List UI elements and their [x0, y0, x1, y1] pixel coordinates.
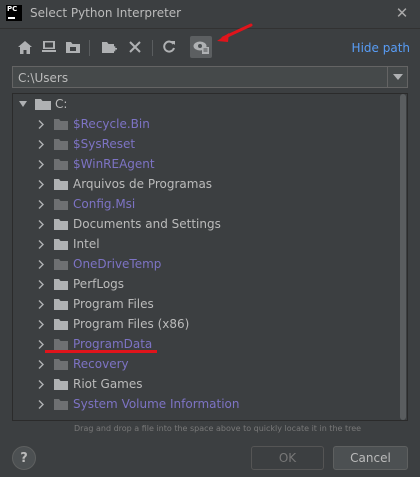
folder-icon	[54, 178, 68, 190]
tree-item[interactable]: OneDriveTemp	[13, 254, 393, 274]
expand-arrow-icon[interactable]	[36, 174, 46, 194]
path-input[interactable]	[13, 67, 385, 87]
show-hidden-files-icon[interactable]	[190, 36, 212, 58]
tree-item-label: Config.Msi	[73, 197, 136, 211]
folder-icon	[54, 158, 68, 170]
project-folder-icon[interactable]	[62, 36, 84, 58]
pycharm-logo-icon: PC	[6, 5, 22, 21]
folder-icon	[54, 338, 68, 350]
cancel-button[interactable]: Cancel	[333, 446, 408, 470]
expand-arrow-icon[interactable]	[36, 154, 46, 174]
folder-icon	[54, 278, 68, 290]
title-bar: PC Select Python Interpreter ✕	[0, 0, 420, 29]
tree-item-label: Arquivos de Programas	[73, 177, 213, 191]
tree-item[interactable]: Recovery	[13, 354, 393, 374]
path-dropdown-button[interactable]	[387, 67, 407, 87]
expand-arrow-icon[interactable]	[36, 374, 46, 394]
expand-arrow-icon[interactable]	[36, 254, 46, 274]
vertical-scrollbar[interactable]	[399, 94, 407, 420]
expand-arrow-icon[interactable]	[36, 394, 46, 414]
toolbar-separator	[152, 40, 153, 56]
tree-item[interactable]: $Recycle.Bin	[13, 114, 393, 134]
tree-item[interactable]: PerfLogs	[13, 274, 393, 294]
tree-root[interactable]: C:	[13, 94, 393, 114]
expand-arrow-icon[interactable]	[36, 354, 46, 374]
tree-item-label: Riot Games	[73, 377, 143, 391]
desktop-icon[interactable]	[38, 36, 60, 58]
tree-item-label: $WinREAgent	[73, 157, 155, 171]
tree-item-label: C:	[55, 97, 68, 111]
toolbar-separator	[89, 40, 90, 56]
tree-item[interactable]: Riot Games	[13, 374, 393, 394]
folder-icon	[54, 398, 68, 410]
folder-icon	[54, 138, 68, 150]
tree-item-label: System Volume Information	[73, 397, 240, 411]
expand-arrow-icon[interactable]	[36, 194, 46, 214]
delete-icon[interactable]	[124, 36, 146, 58]
expand-arrow-icon[interactable]	[36, 134, 46, 154]
folder-icon	[54, 218, 68, 230]
window-title: Select Python Interpreter	[30, 6, 182, 20]
tree-item[interactable]: Arquivos de Programas	[13, 174, 393, 194]
tree-item-label: $SysReset	[73, 137, 136, 151]
path-combobox[interactable]	[12, 66, 408, 88]
tree-item[interactable]: Program Files	[13, 294, 393, 314]
tree-item[interactable]: System Volume Information	[13, 394, 393, 414]
ok-button[interactable]: OK	[251, 446, 324, 470]
expand-arrow-icon[interactable]	[36, 294, 46, 314]
tree-item[interactable]: Documents and Settings	[13, 214, 393, 234]
collapse-arrow-icon[interactable]	[18, 94, 28, 114]
tree-item-label: OneDriveTemp	[73, 257, 162, 271]
folder-icon	[54, 378, 68, 390]
expand-arrow-icon[interactable]	[36, 234, 46, 254]
expand-arrow-icon[interactable]	[36, 114, 46, 134]
tree-item-label: PerfLogs	[73, 277, 125, 291]
folder-icon	[54, 318, 68, 330]
folder-icon	[54, 238, 68, 250]
annotation-arrow	[217, 23, 253, 42]
drag-drop-hint: Drag and drop a file into the space abov…	[74, 424, 362, 433]
tree-item-label: Program Files	[73, 297, 154, 311]
annotation-underline	[45, 350, 157, 353]
tree-item[interactable]: Intel	[13, 234, 393, 254]
hide-path-link[interactable]: Hide path	[352, 41, 410, 55]
tree-item-label: $Recycle.Bin	[73, 117, 150, 131]
tree-item[interactable]: $SysReset	[13, 134, 393, 154]
expand-arrow-icon[interactable]	[36, 214, 46, 234]
tree-item[interactable]: $WinREAgent	[13, 154, 393, 174]
new-folder-icon[interactable]	[98, 36, 120, 58]
expand-arrow-icon[interactable]	[36, 314, 46, 334]
chevron-down-icon	[392, 74, 403, 80]
tree-item-label: Intel	[73, 237, 100, 251]
file-tree[interactable]: C: $Recycle.Bin $SysReset $WinREAgent Arqui…	[12, 93, 408, 421]
tree-item-label: Program Files (x86)	[73, 317, 190, 331]
help-button[interactable]: ?	[12, 446, 36, 470]
folder-icon	[54, 298, 68, 310]
refresh-icon[interactable]	[158, 36, 180, 58]
scrollbar-thumb[interactable]	[400, 94, 406, 420]
tree-item-label: Recovery	[73, 357, 129, 371]
close-icon[interactable]: ✕	[394, 5, 410, 21]
expand-arrow-icon[interactable]	[36, 274, 46, 294]
folder-icon	[54, 198, 68, 210]
home-icon[interactable]	[14, 36, 36, 58]
tree-item-label: Documents and Settings	[73, 217, 221, 231]
drive-icon	[35, 98, 51, 110]
tree-item[interactable]: Program Files (x86)	[13, 314, 393, 334]
folder-icon	[54, 118, 68, 130]
folder-icon	[54, 258, 68, 270]
tree-item[interactable]: Config.Msi	[13, 194, 393, 214]
folder-icon	[54, 358, 68, 370]
